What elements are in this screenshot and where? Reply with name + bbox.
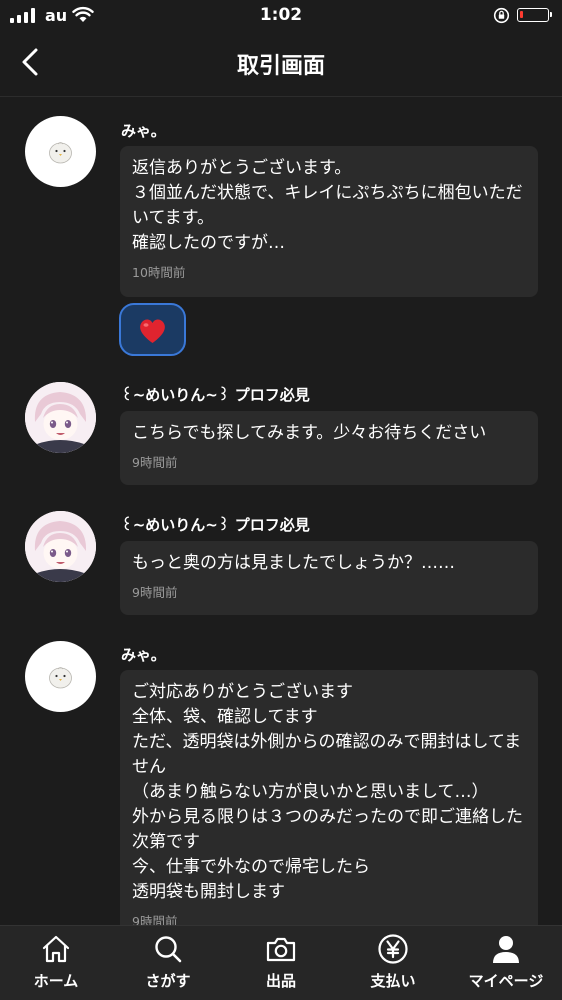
tab-sell[interactable]: 出品	[225, 926, 337, 1000]
avatar[interactable]	[25, 641, 96, 712]
clock: 1:02	[259, 5, 303, 25]
message-text: もっと奥の方は見ましたでしょうか？……	[132, 553, 455, 573]
message-text: こちらでも探してみます。少々お待ちください	[132, 423, 487, 443]
message-time: 9時間前	[132, 585, 178, 600]
heart-icon	[140, 319, 165, 343]
sender-name: みゃ。	[121, 122, 166, 140]
sender-name: ꒰⁠~めいりん~꒱ プロフ必見	[121, 386, 310, 404]
page-title: 取引画面	[236, 54, 325, 79]
sender-name: みゃ。	[121, 646, 166, 664]
anime-girl-avatar-icon	[25, 382, 96, 453]
yen-icon	[378, 934, 408, 964]
tab-bar: ホーム さがす 出品 支払い マイページ	[0, 925, 562, 1000]
tab-label: マイページ	[468, 972, 544, 990]
rotation-lock-icon	[493, 7, 510, 24]
camera-icon	[266, 937, 296, 962]
tab-payment[interactable]: 支払い	[337, 926, 449, 1000]
message-bubble: 返信ありがとうございます。 ３個並んだ状態で、キレイにぷちぷちに梱包いただいてま…	[120, 146, 538, 297]
sender-name: ꒰⁠~めいりん~꒱ プロフ必見	[121, 516, 310, 534]
tab-label: 支払い	[370, 972, 416, 990]
chick-avatar-icon	[49, 667, 72, 689]
message-text: 返信ありがとうございます。 ３個並んだ状態で、キレイにぷちぷちに梱包いただいてま…	[132, 158, 523, 253]
message-text: ご対応ありがとうございます 全体、袋、確認してます ただ、透明袋は外側からの確認…	[132, 682, 523, 902]
avatar[interactable]	[25, 511, 96, 582]
anime-girl-avatar-icon	[25, 511, 96, 582]
message-time: 9時間前	[132, 455, 178, 470]
tab-home[interactable]: ホーム	[0, 926, 112, 1000]
battery-icon	[517, 8, 552, 22]
message-bubble: もっと奥の方は見ましたでしょうか？…… 9時間前	[120, 541, 538, 615]
home-icon	[42, 935, 70, 963]
tab-search[interactable]: さがす	[112, 926, 224, 1000]
tab-label: ホーム	[33, 972, 79, 990]
person-icon	[493, 936, 519, 963]
search-icon	[155, 936, 182, 963]
tab-label: さがす	[145, 972, 191, 990]
tab-label: 出品	[265, 972, 296, 990]
status-bar: au 1:02	[0, 0, 562, 32]
chick-avatar-icon	[49, 142, 72, 164]
tab-mypage[interactable]: マイページ	[450, 926, 562, 1000]
message-bubble: こちらでも探してみます。少々お待ちください 9時間前	[120, 411, 538, 485]
header: 取引画面	[0, 32, 562, 97]
avatar[interactable]	[25, 382, 96, 453]
reaction-button[interactable]	[119, 303, 186, 356]
message-time: 10時間前	[132, 265, 186, 280]
avatar[interactable]	[25, 116, 96, 187]
